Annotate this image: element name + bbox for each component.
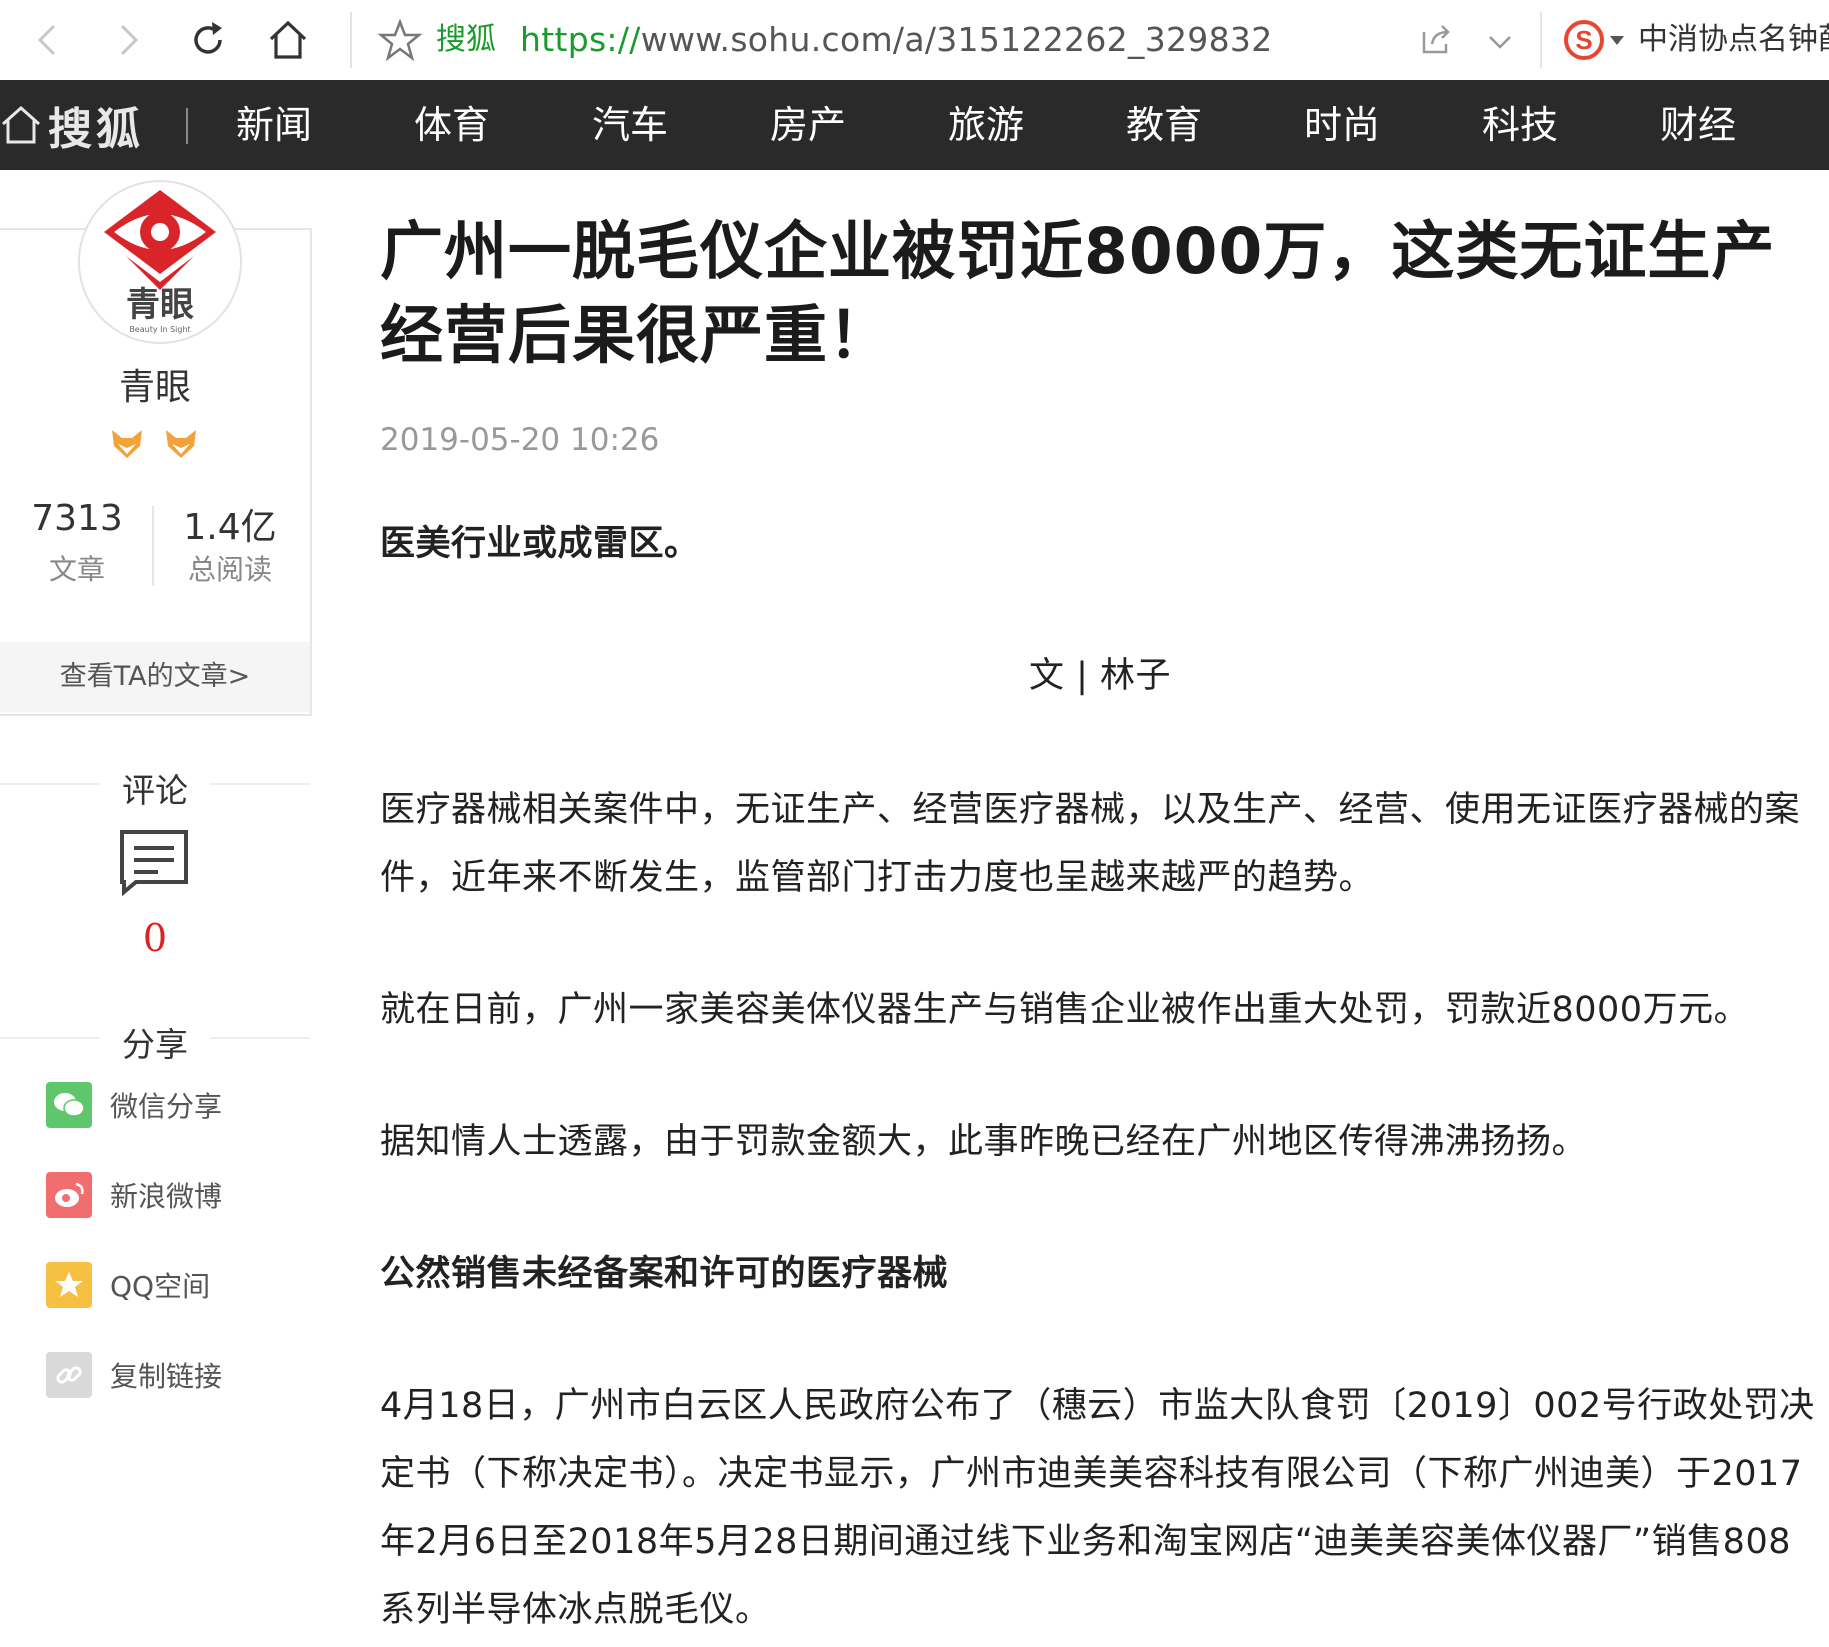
stat-divider	[152, 506, 154, 586]
nav-item-fashion[interactable]: 时尚	[1304, 80, 1380, 170]
chevron-right-icon	[120, 24, 139, 56]
sohu-logo[interactable]: 搜狐	[0, 80, 144, 170]
wechat-icon	[46, 1082, 92, 1128]
nav-divider	[186, 108, 188, 144]
nav-item-education[interactable]: 教育	[1126, 80, 1202, 170]
stat-reads-label: 总阅读	[187, 553, 272, 586]
bookmark-star-icon[interactable]	[378, 18, 422, 62]
url-path: www.sohu.com/a/315122262_329832	[640, 20, 1273, 59]
svg-text:S: S	[1575, 25, 1592, 55]
search-hint[interactable]: 中消协点名钟薛	[1638, 20, 1829, 60]
article-paragraph: 医疗器械相关案件中，无证生产、经营医疗器械，以及生产、经营、使用无证医疗器械的案…	[380, 790, 1801, 898]
copy-link-button[interactable]: 复制链接	[46, 1352, 222, 1398]
browser-toolbar: 搜狐 https://www.sohu.com/a/315122262_3298…	[0, 0, 1829, 80]
share-label: QQ空间	[110, 1270, 211, 1303]
share-label: 微信分享	[110, 1090, 223, 1123]
weibo-icon	[46, 1172, 92, 1218]
fox-badge-icon	[166, 430, 196, 458]
article-lead: 医美行业或成雷区。	[380, 524, 700, 564]
stat-reads-value: 1.4亿	[183, 507, 277, 548]
qzone-icon	[46, 1262, 92, 1308]
share-weibo-button[interactable]: 新浪微博	[46, 1172, 222, 1218]
share-label: 新浪微博	[110, 1180, 223, 1213]
fox-badge-icon	[112, 430, 142, 458]
nav-item-sports[interactable]: 体育	[414, 80, 490, 170]
home-button[interactable]	[260, 12, 316, 68]
view-articles-link[interactable]: 查看TA的文章>	[0, 642, 310, 712]
reload-icon	[194, 22, 222, 54]
logo-text: 搜狐	[48, 104, 144, 155]
share-label: 复制链接	[110, 1360, 223, 1393]
share-wechat-button[interactable]: 微信分享	[46, 1082, 222, 1128]
url-protocol: https://	[520, 20, 641, 59]
toolbar-separator	[350, 12, 352, 68]
nav-item-finance[interactable]: 财经	[1660, 80, 1736, 170]
article-paragraph: 4月18日，广州市白云区人民政府公布了（穗云）市监大队食罚〔2019〕002号行…	[380, 1386, 1815, 1630]
back-button[interactable]	[20, 12, 76, 68]
home-icon	[269, 20, 307, 59]
article-subheading: 公然销售未经备案和许可的医疗器械	[380, 1254, 949, 1294]
author-name[interactable]: 青眼	[0, 358, 310, 410]
comment-icon[interactable]	[118, 828, 190, 896]
avatar[interactable]: 青眼 Beauty In Sight	[78, 180, 242, 344]
article-paragraph: 据知情人士透露，由于罚款金额大，此事昨晚已经在广州地区传得沸沸扬扬。	[380, 1122, 1588, 1162]
article-time: 2019-05-20 10:26	[380, 422, 660, 458]
stat-articles-label: 文章	[48, 553, 105, 586]
article-paragraph: 就在日前，广州一家美容美体仪器生产与销售企业被作出重大处罚，罚款近8000万元。	[380, 990, 1750, 1030]
share-page-icon[interactable]	[1418, 22, 1454, 58]
nav-item-news[interactable]: 新闻	[236, 80, 312, 170]
address-bar[interactable]: https://www.sohu.com/a/315122262_329832	[520, 18, 1273, 62]
nav-item-auto[interactable]: 汽车	[592, 80, 668, 170]
nav-item-realestate[interactable]: 房产	[770, 80, 846, 170]
share-qzone-button[interactable]: QQ空间	[46, 1262, 210, 1308]
chevron-down-icon[interactable]	[1484, 26, 1516, 58]
home-icon	[2, 105, 40, 144]
reload-button[interactable]	[180, 12, 236, 68]
avatar-text: 青眼	[126, 285, 194, 325]
toolbar-separator	[1540, 12, 1542, 68]
chevron-left-icon	[37, 24, 56, 56]
nav-item-tech[interactable]: 科技	[1482, 80, 1558, 170]
share-title: 分享	[122, 1025, 188, 1064]
author-badges	[108, 424, 208, 464]
article-byline: 文 | 林子	[1028, 656, 1172, 696]
url-site-name: 搜狐	[436, 22, 496, 57]
nav-item-travel[interactable]: 旅游	[948, 80, 1024, 170]
comment-count[interactable]: 0	[0, 916, 310, 960]
stat-articles-value: 7313	[31, 498, 123, 539]
avatar-subtext: Beauty In Sight	[129, 325, 190, 334]
comments-title: 评论	[122, 771, 188, 810]
site-nav: 搜狐 新闻 体育 汽车 房产 旅游 教育 时尚 科技 财经	[0, 80, 1829, 170]
qingyan-logo-icon: 青眼 Beauty In Sight	[104, 190, 216, 334]
link-icon	[46, 1352, 92, 1398]
article-title: 广州一脱毛仪企业被罚近8000万，这类无证生产经营后果很严重！	[380, 215, 1776, 372]
forward-button[interactable]	[100, 12, 156, 68]
sogou-search-icon[interactable]: S	[1562, 18, 1606, 62]
caret-down-icon[interactable]	[1610, 36, 1624, 45]
